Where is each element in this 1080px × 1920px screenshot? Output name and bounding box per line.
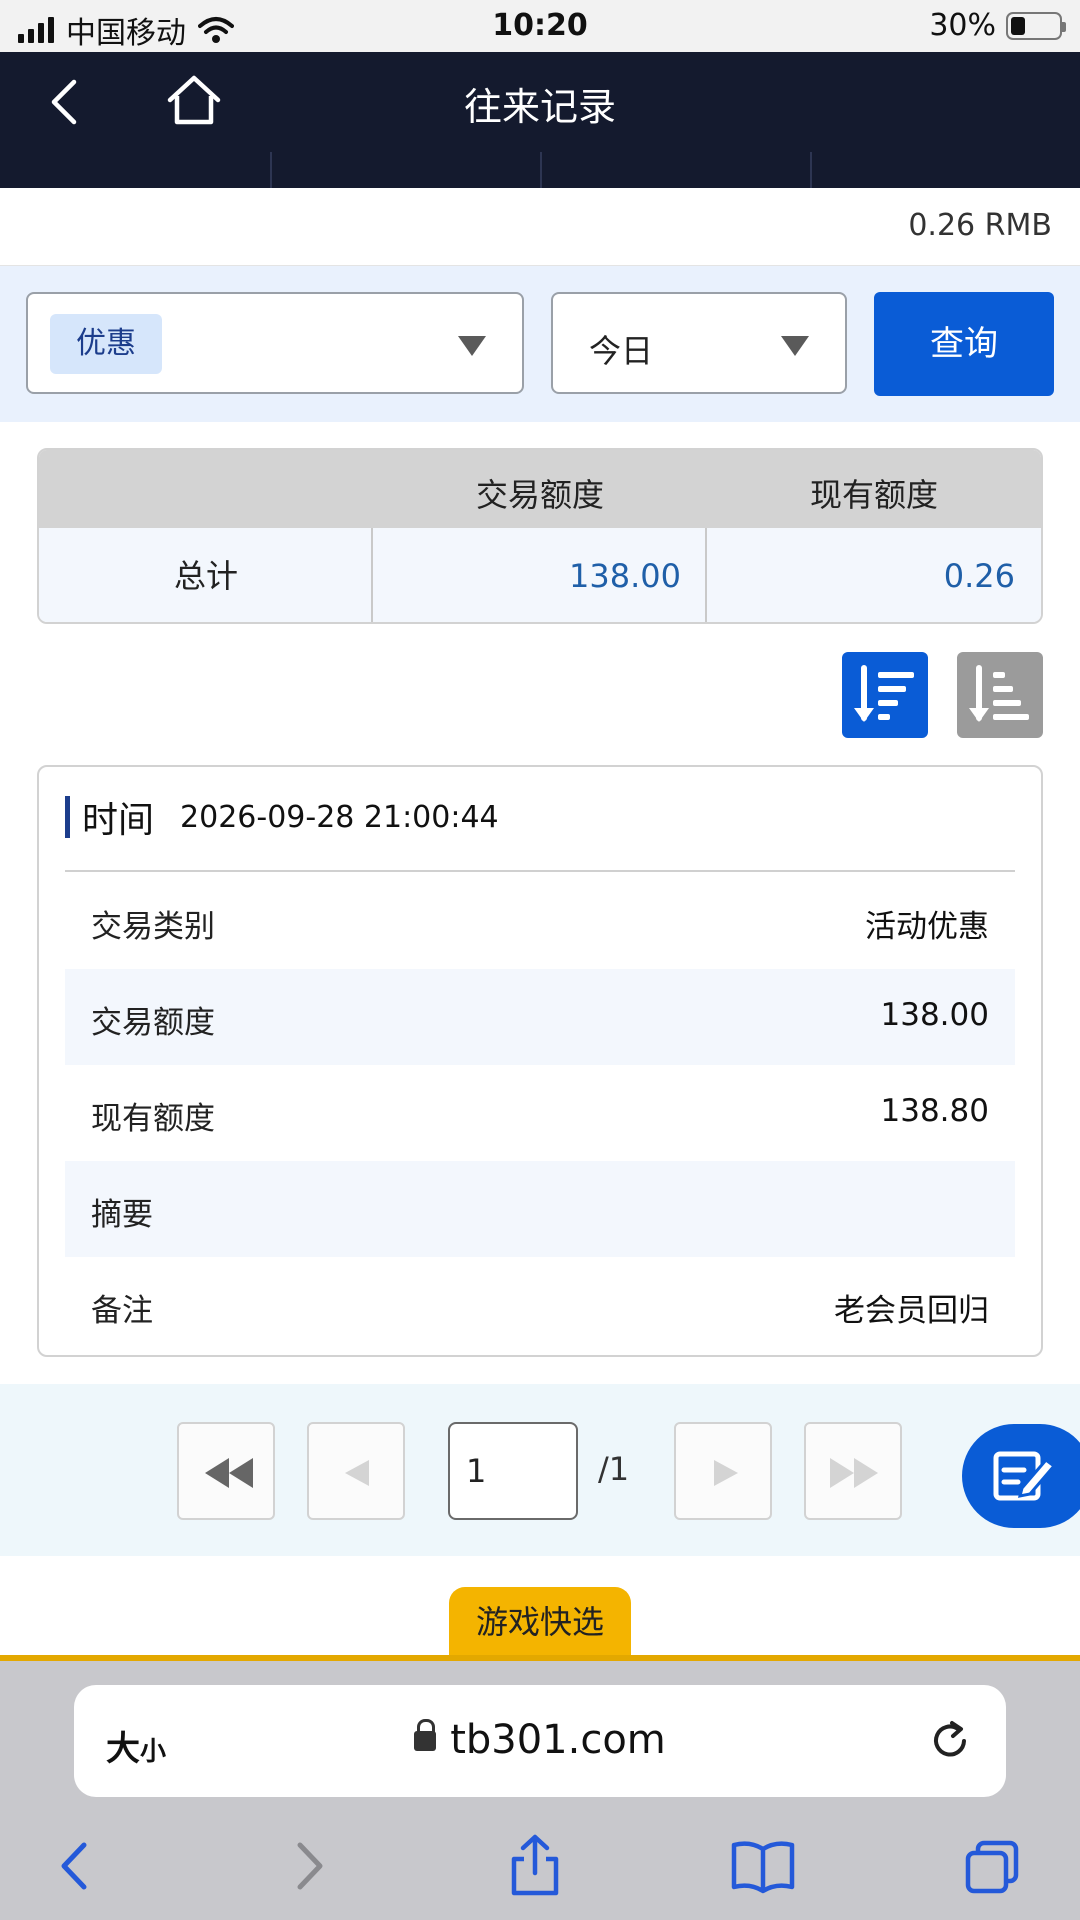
- sort-ascending-icon: [969, 665, 1029, 722]
- record-row-key: 交易类别: [91, 909, 215, 945]
- status-time: 10:20: [492, 8, 588, 43]
- sort-ascending-button[interactable]: [957, 652, 1043, 738]
- summary-header-current: 现有额度: [809, 476, 938, 514]
- query-button[interactable]: 查询: [874, 292, 1054, 396]
- summary-header: 交易额度 现有额度: [39, 450, 1041, 528]
- next-page-button[interactable]: [674, 1422, 772, 1520]
- record-time: 时间 2026-09-28 21:00:44: [65, 795, 499, 841]
- pagination: /1: [0, 1384, 1080, 1556]
- reload-icon[interactable]: [928, 1719, 972, 1763]
- next-page-icon: [714, 1460, 738, 1486]
- filter-bar: 优惠 今日 查询: [0, 266, 1080, 422]
- record-row-value: 老会员回归: [834, 1293, 989, 1329]
- record-row: 交易额度 138.00: [65, 969, 1015, 1065]
- url-text: tb301.com: [450, 1717, 666, 1763]
- record-row: 摘要: [65, 1161, 1015, 1257]
- share-icon[interactable]: [500, 1831, 570, 1901]
- tabs-icon[interactable]: [958, 1831, 1028, 1901]
- record-row: 备注 老会员回归: [65, 1257, 1015, 1353]
- browser-forward-icon[interactable]: [274, 1831, 344, 1901]
- summary-header-transaction: 交易额度: [475, 476, 604, 514]
- status-bar: 中国移动 10:20 30%: [0, 0, 1080, 52]
- record-row-value: 138.80: [880, 1093, 989, 1129]
- summary-row: 总计 138.00 0.26: [39, 528, 1041, 622]
- nav-header: 往来记录: [0, 52, 1080, 152]
- page-number-input[interactable]: [448, 1422, 578, 1520]
- browser-back-icon[interactable]: [40, 1831, 110, 1901]
- date-select[interactable]: 今日: [551, 292, 847, 394]
- battery-percent: 30%: [929, 8, 996, 43]
- game-quick-select-tab[interactable]: 游戏快选: [449, 1587, 631, 1657]
- record-row-value: 活动优惠: [865, 909, 989, 945]
- tab-strip: [0, 152, 1080, 188]
- edit-fab-button[interactable]: [962, 1424, 1080, 1528]
- first-page-button[interactable]: [177, 1422, 275, 1520]
- record-row: 交易类别 活动优惠: [65, 873, 1015, 969]
- lock-icon: [414, 1719, 437, 1751]
- record-row-key: 现有额度: [91, 1101, 215, 1137]
- record-row-key: 备注: [91, 1293, 153, 1329]
- summary-row-label: 总计: [173, 557, 238, 595]
- date-select-value: 今日: [589, 332, 654, 370]
- sort-descending-icon: [854, 665, 914, 722]
- balance-value: 0.26 RMB: [908, 208, 1052, 243]
- edit-icon: [993, 1451, 1057, 1501]
- record-card: 时间 2026-09-28 21:00:44 交易类别 活动优惠 交易额度 13…: [37, 765, 1043, 1357]
- url-display: tb301.com: [74, 1717, 1006, 1763]
- battery-level: [1011, 16, 1025, 35]
- record-time-label: 时间: [82, 800, 155, 841]
- balance-bar: 0.26 RMB: [0, 188, 1080, 266]
- last-page-icon: [830, 1458, 878, 1488]
- last-page-button[interactable]: [804, 1422, 902, 1520]
- record-row-key: 摘要: [91, 1197, 153, 1233]
- prev-page-icon: [345, 1460, 369, 1486]
- bookmarks-icon[interactable]: [728, 1831, 798, 1901]
- sort-descending-button[interactable]: [842, 652, 928, 738]
- status-right: 30%: [929, 8, 1066, 43]
- summary-table: 交易额度 现有额度 总计 138.00 0.26: [37, 448, 1043, 624]
- browser-toolbar: 大小 tb301.com: [0, 1661, 1080, 1920]
- page-title: 往来记录: [463, 85, 616, 129]
- page-total: /1: [598, 1450, 630, 1488]
- summary-current-value: 0.26: [943, 557, 1015, 595]
- type-select[interactable]: 优惠: [26, 292, 524, 394]
- record-row: 现有额度 138.80: [65, 1065, 1015, 1161]
- caret-down-icon: [458, 336, 486, 356]
- record-row-key: 交易额度: [91, 1005, 215, 1041]
- address-bar[interactable]: 大小 tb301.com: [74, 1685, 1006, 1797]
- first-page-icon: [205, 1458, 253, 1488]
- record-row-value: 138.00: [880, 997, 989, 1033]
- summary-transaction-value: 138.00: [569, 557, 681, 595]
- type-chip: 优惠: [50, 314, 162, 374]
- battery-icon: [1006, 11, 1066, 40]
- caret-down-icon: [781, 336, 809, 356]
- record-time-value: 2026-09-28 21:00:44: [180, 799, 499, 835]
- prev-page-button[interactable]: [307, 1422, 405, 1520]
